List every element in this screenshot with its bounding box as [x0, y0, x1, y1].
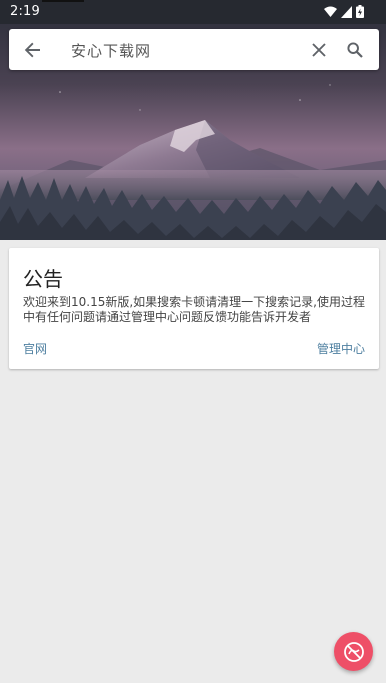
search-input[interactable]: 安心下载网	[71, 40, 151, 61]
status-icons	[324, 5, 364, 18]
search-bar[interactable]: 安心下载网	[9, 29, 379, 70]
clear-button[interactable]	[299, 29, 339, 70]
signal-icon	[341, 5, 352, 18]
notice-title: 公告	[23, 267, 63, 291]
top-edge-indicator	[42, 0, 84, 2]
no-ads-button[interactable]	[334, 632, 373, 671]
wifi-icon	[324, 6, 337, 17]
no-ads-icon	[343, 641, 364, 662]
admin-center-link[interactable]: 管理中心	[317, 340, 365, 357]
back-button[interactable]	[13, 29, 53, 70]
search-icon	[347, 41, 363, 58]
status-bar: 2:19	[0, 0, 386, 24]
arrow-left-icon	[24, 42, 40, 57]
notice-card: 公告 欢迎来到10.15新版,如果搜索卡顿请清理一下搜索记录,使用过程中有任何问…	[9, 248, 379, 369]
close-icon	[312, 42, 326, 57]
battery-icon	[356, 5, 364, 18]
search-button[interactable]	[335, 29, 375, 70]
status-time: 2:19	[10, 4, 40, 19]
official-site-link[interactable]: 官网	[23, 340, 47, 357]
notice-body: 欢迎来到10.15新版,如果搜索卡顿请清理一下搜索记录,使用过程中有任何问题请通…	[23, 295, 365, 324]
